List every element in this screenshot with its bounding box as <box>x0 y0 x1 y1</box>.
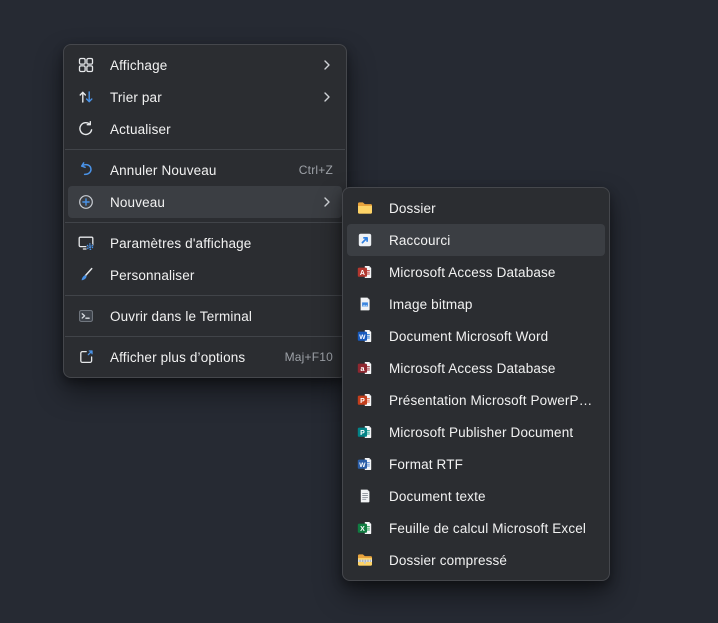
nouveau-submenu: Dossier Raccourci A Microsoft Access Dat… <box>342 187 610 581</box>
menu-item-label: Microsoft Access Database <box>389 265 596 280</box>
submenu-item-access-database[interactable]: A Microsoft Access Database <box>347 256 605 288</box>
menu-item-label: Microsoft Access Database <box>389 361 596 376</box>
bitmap-icon <box>356 295 374 313</box>
menu-item-label: Dossier <box>389 201 596 216</box>
menu-separator <box>65 336 345 337</box>
rtf-icon: W <box>356 455 374 473</box>
menu-item-label: Personnaliser <box>110 268 333 283</box>
menu-item-label: Présentation Microsoft PowerPoint <box>389 393 596 408</box>
menu-item-label: Annuler Nouveau <box>110 163 284 178</box>
svg-text:W: W <box>359 462 366 469</box>
menu-item-label: Document Microsoft Word <box>389 329 596 344</box>
access-db-icon: a <box>356 359 374 377</box>
menu-item-label: Document texte <box>389 489 596 504</box>
submenu-item-image-bitmap[interactable]: Image bitmap <box>347 288 605 320</box>
zip-folder-icon <box>356 551 374 569</box>
desktop-context-menu: Affichage Trier par Actualiser Annule <box>63 44 347 378</box>
menu-item-personnaliser[interactable]: Personnaliser <box>68 259 342 291</box>
menu-item-ouvrir-terminal[interactable]: Ouvrir dans le Terminal <box>68 300 342 332</box>
menu-item-label: Microsoft Publisher Document <box>389 425 596 440</box>
menu-item-label: Format RTF <box>389 457 596 472</box>
submenu-item-dossier[interactable]: Dossier <box>347 192 605 224</box>
display-settings-icon <box>77 234 95 252</box>
menu-item-label: Paramètres d'affichage <box>110 236 333 251</box>
menu-item-label: Affichage <box>110 58 306 73</box>
terminal-icon <box>77 307 95 325</box>
menu-item-label: Ouvrir dans le Terminal <box>110 309 333 324</box>
open-external-icon <box>77 348 95 366</box>
submenu-item-format-rtf[interactable]: W Format RTF <box>347 448 605 480</box>
menu-separator <box>65 149 345 150</box>
svg-text:P: P <box>360 398 365 405</box>
refresh-icon <box>77 120 95 138</box>
sort-icon <box>77 88 95 106</box>
folder-icon <box>356 199 374 217</box>
publisher-icon: P <box>356 423 374 441</box>
submenu-item-publisher-document[interactable]: P Microsoft Publisher Document <box>347 416 605 448</box>
menu-item-label: Actualiser <box>110 122 333 137</box>
menu-item-label: Nouveau <box>110 195 306 210</box>
svg-text:X: X <box>360 526 365 533</box>
menu-item-label: Afficher plus d’options <box>110 350 270 365</box>
menu-item-affichage[interactable]: Affichage <box>68 49 342 81</box>
submenu-item-raccourci[interactable]: Raccourci <box>347 224 605 256</box>
menu-item-label: Dossier compressé <box>389 553 596 568</box>
chevron-right-icon <box>321 58 333 72</box>
submenu-item-word-document[interactable]: W Document Microsoft Word <box>347 320 605 352</box>
menu-item-label: Feuille de calcul Microsoft Excel <box>389 521 596 536</box>
menu-item-label: Trier par <box>110 90 306 105</box>
menu-item-nouveau[interactable]: Nouveau <box>68 186 342 218</box>
paintbrush-icon <box>77 266 95 284</box>
menu-item-label: Raccourci <box>389 233 596 248</box>
menu-item-trier-par[interactable]: Trier par <box>68 81 342 113</box>
plus-circle-icon <box>77 193 95 211</box>
svg-text:A: A <box>360 270 365 277</box>
submenu-item-dossier-compresse[interactable]: Dossier compressé <box>347 544 605 576</box>
shortcut-icon <box>356 231 374 249</box>
chevron-right-icon <box>321 90 333 104</box>
excel-icon: X <box>356 519 374 537</box>
submenu-item-access-database-2[interactable]: a Microsoft Access Database <box>347 352 605 384</box>
powerpoint-icon: P <box>356 391 374 409</box>
access-icon: A <box>356 263 374 281</box>
menu-separator <box>65 295 345 296</box>
menu-item-shortcut: Maj+F10 <box>285 350 333 364</box>
menu-item-label: Image bitmap <box>389 297 596 312</box>
menu-separator <box>65 222 345 223</box>
menu-item-actualiser[interactable]: Actualiser <box>68 113 342 145</box>
submenu-item-powerpoint-presentation[interactable]: P Présentation Microsoft PowerPoint <box>347 384 605 416</box>
svg-text:P: P <box>360 430 365 437</box>
svg-text:W: W <box>359 334 366 341</box>
word-icon: W <box>356 327 374 345</box>
menu-item-afficher-plus-options[interactable]: Afficher plus d’options Maj+F10 <box>68 341 342 373</box>
submenu-item-excel-feuille[interactable]: X Feuille de calcul Microsoft Excel <box>347 512 605 544</box>
undo-icon <box>77 161 95 179</box>
menu-item-parametres-affichage[interactable]: Paramètres d'affichage <box>68 227 342 259</box>
menu-item-shortcut: Ctrl+Z <box>299 163 333 177</box>
grid-icon <box>77 56 95 74</box>
menu-item-annuler-nouveau[interactable]: Annuler Nouveau Ctrl+Z <box>68 154 342 186</box>
chevron-right-icon <box>321 195 333 209</box>
text-document-icon <box>356 487 374 505</box>
submenu-item-document-texte[interactable]: Document texte <box>347 480 605 512</box>
